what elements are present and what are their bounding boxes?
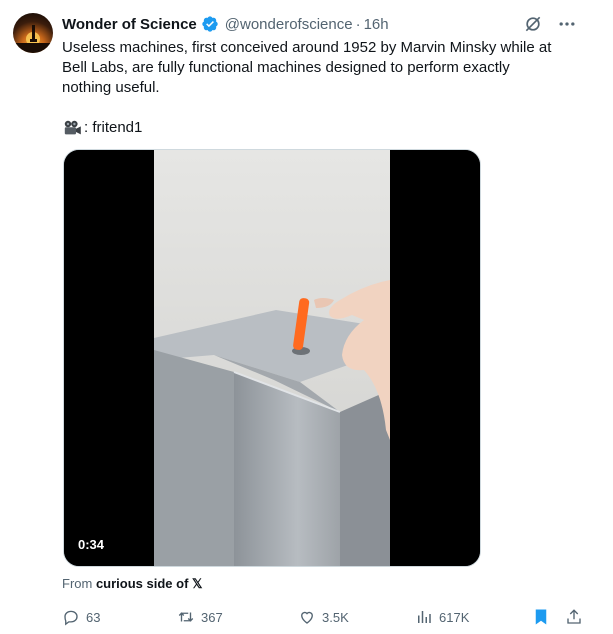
avatar[interactable] — [13, 13, 53, 53]
share-icon — [567, 609, 581, 624]
author-handle[interactable]: @wonderofscience — [225, 16, 353, 33]
more-dots-icon[interactable] — [557, 14, 577, 34]
video-player[interactable]: 0:34 — [63, 149, 481, 567]
timestamp[interactable]: 16h — [364, 16, 389, 33]
source-attribution: From curious side of 𝕏 — [62, 576, 203, 592]
video-frame — [64, 150, 480, 566]
like-count: 3.5K — [322, 609, 349, 625]
repost-button[interactable]: 367 — [177, 606, 223, 628]
views-icon — [418, 611, 431, 623]
top-actions — [523, 14, 577, 34]
repost-icon — [178, 612, 194, 622]
verified-badge-icon — [202, 16, 218, 32]
share-button[interactable] — [565, 606, 583, 628]
credit-text: : fritend1 — [84, 119, 143, 136]
repost-count: 367 — [201, 609, 223, 625]
reply-button[interactable]: 63 — [62, 606, 100, 628]
video-duration: 0:34 — [78, 537, 105, 552]
source-prefix: From — [62, 576, 96, 591]
bookmark-button[interactable] — [532, 606, 550, 628]
reply-count: 63 — [86, 609, 101, 625]
bookmark-icon — [535, 609, 547, 625]
action-bar: 63 367 3.5K 617K — [62, 606, 592, 628]
heart-icon — [301, 611, 313, 624]
video-credit: : fritend1 — [62, 118, 142, 138]
tweet-text: Useless machines, first conceived around… — [62, 39, 552, 96]
reply-icon — [64, 610, 78, 626]
source-name[interactable]: curious side of 𝕏 — [96, 576, 203, 591]
separator: · — [355, 15, 361, 33]
tweet[interactable]: Wonder of Science @wonderofscience · 16h… — [0, 0, 613, 634]
like-button[interactable]: 3.5K — [298, 606, 349, 628]
views-button[interactable]: 617K — [415, 606, 469, 628]
views-count: 617K — [439, 609, 470, 625]
tweet-header: Wonder of Science @wonderofscience · 16h — [62, 14, 389, 34]
grok-icon[interactable] — [523, 14, 543, 34]
author-name[interactable]: Wonder of Science — [62, 16, 197, 33]
movie-camera-icon — [64, 120, 81, 135]
